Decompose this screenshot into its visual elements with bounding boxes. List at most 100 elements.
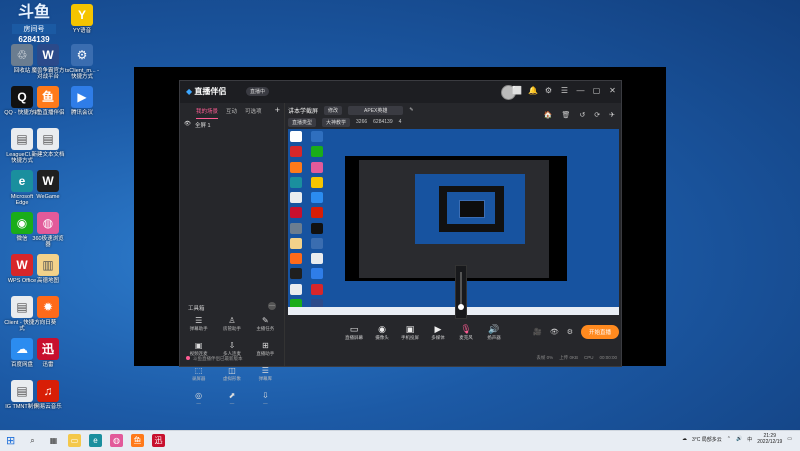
- refresh-icon[interactable]: ⟳: [594, 111, 600, 119]
- status-item: 丢帧 0%: [536, 355, 554, 360]
- desktop-icon[interactable]: ✹ 向日葵: [30, 296, 66, 326]
- status-dot-icon: [186, 356, 190, 360]
- tray-chevron-icon[interactable]: ⌃: [727, 436, 731, 442]
- taskbar-app-icon[interactable]: 迅: [152, 434, 165, 447]
- add-scene-button[interactable]: +: [275, 105, 280, 115]
- desktop-icon[interactable]: Y YY语音: [64, 4, 100, 34]
- phone-cast-label: 手机投屏: [401, 334, 419, 340]
- edit-title-button[interactable]: 修改: [324, 105, 343, 115]
- tool-item[interactable]: ⊞ 直播助手: [249, 341, 282, 361]
- desktop-icon-label: 向日葵: [39, 320, 57, 326]
- desktop-icon[interactable]: ▤ 新建文本文档: [30, 128, 66, 158]
- sidebar-tab[interactable]: 互动: [226, 107, 237, 119]
- volume-icon[interactable]: 🔊: [736, 436, 742, 442]
- taskbar-app-icon[interactable]: ▭: [68, 434, 81, 447]
- tool-item[interactable]: ◫ 虚拟形象: [215, 366, 248, 386]
- home-icon[interactable]: 🏠: [544, 111, 553, 119]
- desktop-icon-label: 迅雷: [42, 362, 54, 368]
- tool-item[interactable]: ☰ 弹幕助手: [182, 316, 215, 336]
- desktop-icon[interactable]: ▥ 高德地图: [30, 254, 66, 284]
- scene-item[interactable]: 👁 全屏 1: [184, 121, 211, 129]
- start-button[interactable]: ⊞: [6, 435, 15, 447]
- desktop-icon-label: 高德地图: [36, 278, 59, 284]
- phone-cast-icon: ▣: [405, 323, 415, 334]
- screen-capture-button[interactable]: ▭ 直播屏幕: [340, 324, 368, 341]
- screen-icon[interactable]: ⬜: [512, 86, 522, 96]
- edit-icon[interactable]: ✎: [409, 107, 413, 113]
- notification-icon[interactable]: ▭: [787, 436, 792, 442]
- tool-item[interactable]: ♙ 房管助手: [215, 316, 248, 336]
- menu-icon[interactable]: ☰: [560, 86, 569, 96]
- minimize-icon[interactable]: —: [576, 86, 585, 96]
- taskbar-app-icon[interactable]: ▦: [47, 434, 60, 447]
- camera-button[interactable]: ◉ 摄像头: [368, 324, 396, 341]
- settings-icon[interactable]: ⚙: [567, 328, 573, 336]
- room-action-icons: 🏠 🗑 ↺ ⟳ ✈: [544, 111, 615, 119]
- desktop-icon[interactable]: ♫ 网易云音乐: [30, 380, 66, 410]
- desktop-icon[interactable]: ◍ 360极速浏览器: [30, 212, 66, 248]
- stream-preview[interactable]: [288, 129, 619, 315]
- category-select[interactable]: APEX英雄: [348, 105, 404, 115]
- desktop-icon-label: 360极速浏览器: [32, 236, 64, 248]
- close-icon[interactable]: ✕: [608, 86, 617, 96]
- desktop-icon-label: YY语音: [72, 28, 92, 34]
- weather-text[interactable]: 3°C 局部多云: [692, 436, 722, 443]
- desktop-icon[interactable]: ⚙ tsClient_m... - 快捷方式: [64, 44, 100, 80]
- ime-icon[interactable]: 中: [747, 436, 752, 443]
- preview-icon: [310, 176, 323, 188]
- media-icon: ▶: [434, 323, 442, 334]
- tool-label: —: [263, 401, 268, 406]
- taskbar-app-icon[interactable]: ⌕: [26, 434, 39, 447]
- room-tag-type[interactable]: 直播类型: [288, 117, 317, 127]
- bell-icon[interactable]: 🔔: [528, 86, 538, 96]
- desktop-icon[interactable]: W 魔兽争霸官方对战平台: [30, 44, 66, 80]
- tool-label: 虚拟形象: [222, 376, 241, 381]
- gift-count: 4: [398, 119, 402, 125]
- scene-name: 全屏 1: [194, 123, 211, 129]
- sidebar-tab[interactable]: 可选项: [245, 107, 262, 119]
- taskbar-app-icon[interactable]: e: [89, 434, 102, 447]
- share-icon[interactable]: ✈: [609, 111, 615, 119]
- weather-icon[interactable]: ☁: [682, 436, 687, 442]
- system-tray: ☁ 3°C 局部多云 ⌃ 🔊 中 21:29 2022/12/19 ▭: [682, 433, 792, 445]
- media-label: 多媒体: [431, 334, 445, 340]
- record-icon[interactable]: 🎥: [533, 328, 542, 336]
- tool-item[interactable]: ⬚ 录屏器: [182, 366, 215, 386]
- tool-label: 直播助手: [256, 351, 275, 356]
- start-live-button[interactable]: 开始直播: [580, 325, 619, 339]
- media-button[interactable]: ▶ 多媒体: [424, 324, 452, 341]
- eye-icon[interactable]: 👁: [184, 121, 191, 129]
- undo-icon[interactable]: ↺: [579, 111, 585, 119]
- tool-icon: ⬈: [228, 391, 236, 400]
- tool-label: 房管助手: [222, 326, 241, 331]
- recursive-preview-2: [447, 192, 495, 224]
- tool-label: —: [229, 401, 235, 406]
- desktop-icon[interactable]: 鱼斗鱼直播伴侣: [30, 86, 66, 116]
- clock[interactable]: 21:29 2022/12/19: [757, 433, 782, 445]
- desktop-icon[interactable]: W WeGame: [30, 170, 66, 200]
- taskbar-app-icon[interactable]: 鱼: [131, 434, 144, 447]
- desktop-icon[interactable]: ▶ 腾讯会议: [64, 86, 100, 116]
- volume-track[interactable]: [460, 272, 462, 306]
- windows-taskbar: ⊞ ⌕ ▦ ▭ e ◍ 鱼迅 ☁ 3°C 局部多云 ⌃ 🔊 中 21:29 2022/12…: [0, 430, 800, 451]
- tool-item[interactable]: ⇩ —: [249, 391, 282, 411]
- desktop-icon[interactable]: 迅迅雷: [30, 338, 66, 368]
- tool-item[interactable]: ◎ —: [182, 391, 215, 411]
- maximize-icon[interactable]: ▢: [592, 86, 601, 96]
- gear-icon[interactable]: ⚙: [544, 86, 553, 96]
- room-tag-topic[interactable]: 大神教学: [322, 117, 351, 127]
- taskbar-app-icon[interactable]: ◍: [110, 434, 123, 447]
- tool-item[interactable]: ⬈ —: [215, 391, 248, 411]
- speaker-button[interactable]: 🔊 扬声器: [480, 324, 508, 341]
- status-item: 00:00:00: [599, 355, 617, 360]
- volume-knob[interactable]: [458, 304, 464, 310]
- phone-cast-button[interactable]: ▣ 手机投屏: [396, 324, 424, 341]
- preview-taskbar: [288, 307, 619, 315]
- preview-eye-icon[interactable]: 👁: [550, 328, 559, 336]
- tool-item[interactable]: ☰ 弹幕库: [249, 366, 282, 386]
- mic-button[interactable]: 🎙 麦克风: [452, 324, 480, 341]
- toolbox-more-button[interactable]: ···: [268, 302, 276, 310]
- tool-item[interactable]: ✎ 主播任务: [249, 316, 282, 336]
- trash-icon[interactable]: 🗑: [561, 111, 570, 119]
- sidebar-tab[interactable]: 我的场景: [196, 107, 219, 119]
